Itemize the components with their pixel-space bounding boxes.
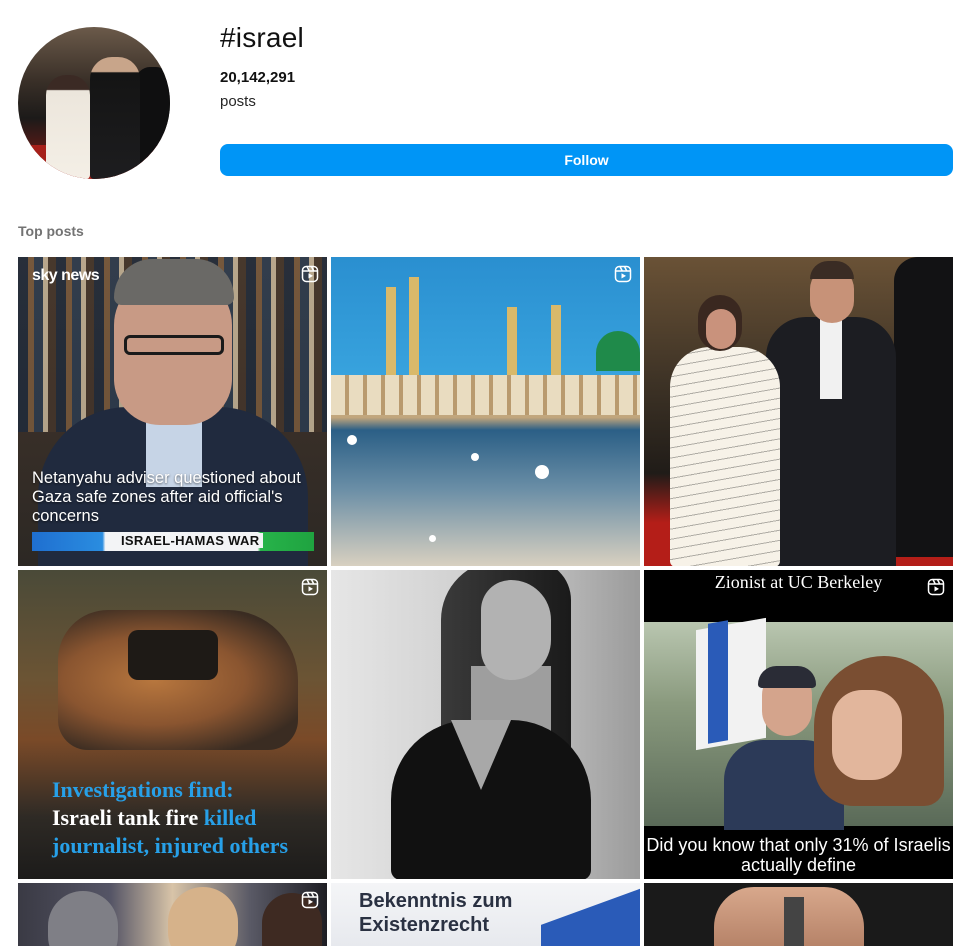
mosque-wall <box>331 375 640 415</box>
caption-line-2-white: Israeli tank fire <box>52 805 204 830</box>
sky-news-logo-text: sky news <box>32 267 100 284</box>
page-title: #israel <box>220 22 304 53</box>
speaker-hair <box>114 259 234 305</box>
reels-icon <box>301 578 319 596</box>
object <box>784 897 804 946</box>
post-tile-1[interactable]: sky news Netanyahu adviser questioned ab… <box>18 257 327 566</box>
light-dot <box>535 465 549 479</box>
follow-button[interactable]: Follow <box>220 144 953 176</box>
post-tile-9[interactable] <box>644 883 953 946</box>
minaret <box>386 287 396 387</box>
post-caption: Bekenntnis zum Existenzrecht <box>359 890 513 936</box>
post-tile-4[interactable]: Investigations find: Israeli tank fire k… <box>18 570 327 879</box>
man-hair <box>810 261 854 279</box>
guest-figure <box>894 257 953 557</box>
person-face <box>48 891 118 946</box>
top-posts-heading: Top posts <box>18 223 84 239</box>
post-tile-7[interactable] <box>18 883 327 946</box>
caption-line-3: journalist, injured others <box>52 833 289 858</box>
flag <box>541 883 640 946</box>
post-tile-6[interactable]: Zionist at UC Berkeley Did you know that… <box>644 570 953 879</box>
hashtag-avatar <box>18 27 170 179</box>
news-banner: ISRAEL-HAMAS WAR <box>32 532 314 551</box>
portrait-face <box>481 580 551 680</box>
woman-face <box>706 309 736 349</box>
post-caption: Investigations find: Israeli tank fire k… <box>52 776 322 860</box>
man-cap <box>758 666 816 688</box>
speaker-glasses <box>124 335 224 355</box>
hashtag-header: #israel 20,142,291 posts Follow <box>0 0 962 200</box>
flag-stripe <box>708 620 728 744</box>
light-dot <box>429 535 436 542</box>
news-banner-text: ISRAEL-HAMAS WAR <box>117 533 264 548</box>
video-subtitle: Did you know that only 31% of Israelis a… <box>646 835 951 875</box>
reels-icon <box>301 265 319 283</box>
post-tile-2[interactable] <box>331 257 640 566</box>
minaret <box>409 277 419 387</box>
woman-face <box>832 690 902 780</box>
avatar-figure-bg <box>136 67 170 179</box>
post-tile-3[interactable] <box>644 257 953 566</box>
light-dot <box>347 435 357 445</box>
caption-line-1: Investigations find: <box>52 777 234 802</box>
avatar-figure-woman <box>46 75 90 179</box>
post-caption: Netanyahu adviser questioned about Gaza … <box>32 469 301 525</box>
post-count: 20,142,291 <box>220 69 296 86</box>
green-dome <box>596 331 640 371</box>
sky-news-logo: sky news <box>32 267 100 285</box>
woman-dress <box>670 347 780 566</box>
light-dot <box>471 453 479 461</box>
reels-icon <box>614 265 632 283</box>
post-count-label: posts <box>220 93 256 110</box>
avatar-figure-man <box>90 57 140 179</box>
reels-icon <box>927 578 945 596</box>
post-tile-8[interactable]: Bekenntnis zum Existenzrecht <box>331 883 640 946</box>
video-top-text: Zionist at UC Berkeley <box>714 572 883 592</box>
caption-line-2-blue: killed <box>203 805 257 830</box>
person-face <box>168 887 238 946</box>
caption-line-2: Israeli tank fire killed <box>52 804 322 832</box>
car-window <box>128 630 218 680</box>
flag <box>696 617 766 751</box>
reels-icon <box>301 891 319 909</box>
man-shirt <box>820 319 842 399</box>
post-tile-5[interactable] <box>331 570 640 879</box>
